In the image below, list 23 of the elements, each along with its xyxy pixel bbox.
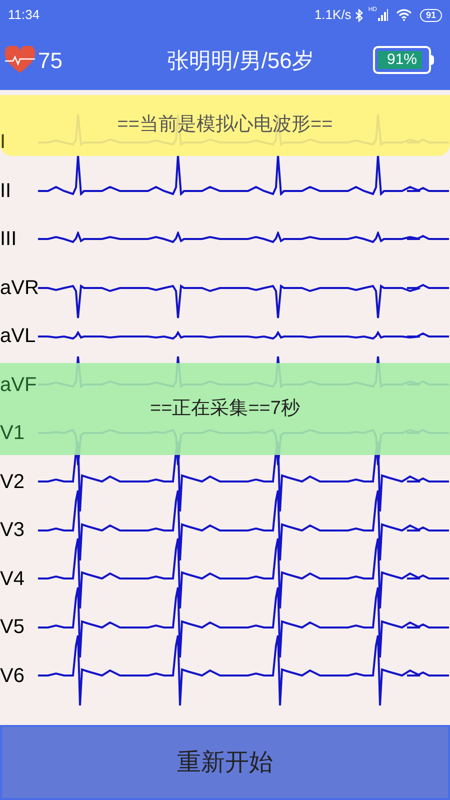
lead-label: V6: [0, 664, 26, 689]
lead-label: V1: [0, 421, 26, 446]
bluetooth-icon: [355, 8, 364, 22]
network-speed: 1.1K/s: [314, 6, 352, 24]
heart-rate-icon: [4, 46, 36, 74]
lead-label: V4: [0, 566, 26, 592]
lead-label: aVF: [0, 372, 37, 398]
heart-rate-value: 75: [38, 46, 64, 74]
lead-label: III: [0, 227, 18, 252]
device-battery: 91%: [373, 46, 431, 74]
patient-info: 张明明/男/56岁: [166, 46, 315, 74]
status-time: 11:34: [8, 6, 40, 24]
lead-label: aVL: [0, 324, 37, 350]
lead-label: V5: [0, 615, 26, 640]
wifi-icon: [396, 9, 412, 21]
lead-label: II: [0, 178, 12, 204]
lead-label: V2: [0, 470, 26, 495]
lead-label: aVR: [0, 276, 37, 301]
lead-label: V3: [0, 518, 26, 544]
battery-indicator: 91: [420, 8, 442, 22]
signal-icon: [376, 9, 388, 21]
lead-label: I: [0, 130, 7, 156]
restart-button[interactable]: 重新开始: [0, 725, 450, 800]
